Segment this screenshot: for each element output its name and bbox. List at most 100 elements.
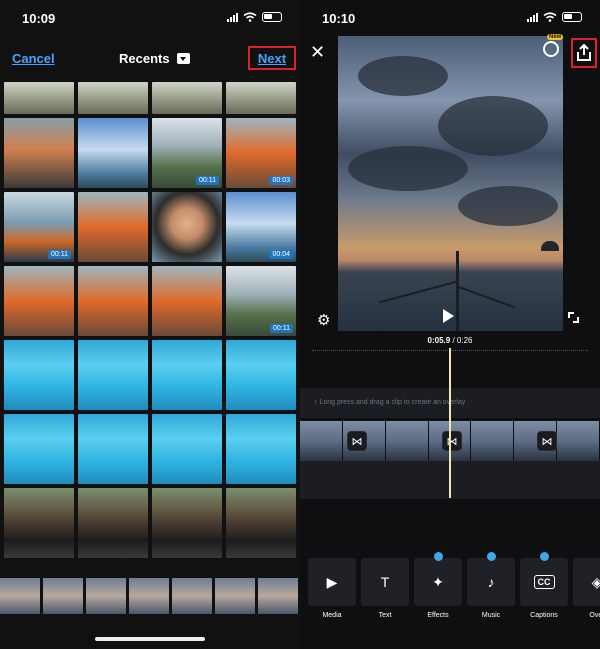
photo-thumbnail[interactable] (152, 192, 222, 262)
toolbar-labels: Media Text Effects Music Captions Over (308, 612, 600, 619)
feature-badge-icon[interactable]: New (543, 34, 564, 57)
photo-thumbnail[interactable]: 00:11 (4, 192, 74, 262)
new-feature-dot (434, 552, 443, 561)
photo-thumbnail[interactable] (78, 266, 148, 336)
transition-button[interactable]: ⋈ (442, 431, 462, 451)
photo-thumbnail[interactable]: 00:11 (152, 118, 222, 188)
photo-thumbnail[interactable] (4, 340, 74, 410)
tool-label: Captions (530, 612, 558, 619)
overlay-hint: ↑ Long press and drag a clip to create a… (314, 399, 466, 406)
photo-thumbnail[interactable] (152, 340, 222, 410)
transition-button[interactable]: ⋈ (537, 431, 557, 451)
tool-label: Music (481, 612, 501, 619)
captions-icon: CC (533, 575, 555, 589)
tool-effects-button[interactable]: ✦ (414, 552, 462, 606)
photo-thumbnail[interactable] (4, 82, 74, 114)
photo-thumbnail[interactable] (4, 414, 74, 484)
selected-clip-thumb[interactable] (0, 578, 40, 614)
new-feature-dot (487, 552, 496, 561)
tool-label: Over (589, 612, 600, 619)
video-duration-badge: 00:03 (269, 176, 293, 185)
status-time: 10:09 (22, 11, 56, 26)
export-button[interactable] (571, 38, 597, 68)
photo-thumbnail[interactable] (152, 82, 222, 114)
battery-icon (562, 12, 582, 22)
media-icon: ▶ (326, 573, 338, 590)
wifi-icon (243, 12, 257, 22)
photo-thumbnail[interactable] (4, 266, 74, 336)
selected-clip-thumb[interactable] (43, 578, 83, 614)
selected-clips-strip (0, 578, 300, 614)
signal-icon (227, 12, 238, 22)
close-icon[interactable]: ✕ (310, 42, 325, 63)
selected-clip-thumb[interactable] (258, 578, 298, 614)
photo-thumbnail[interactable] (152, 414, 222, 484)
gear-icon[interactable]: ⚙ (317, 311, 330, 329)
transition-button[interactable]: ⋈ (347, 431, 367, 451)
picker-header: Cancel Recents Next (0, 40, 300, 76)
selected-clip-thumb[interactable] (172, 578, 212, 614)
photo-thumbnail[interactable] (78, 414, 148, 484)
photo-thumbnail[interactable]: 00:04 (226, 192, 296, 262)
photo-thumbnail[interactable] (152, 266, 222, 336)
timecode-total: 0:26 (456, 336, 473, 345)
status-time: 10:10 (322, 11, 356, 26)
photo-thumbnail[interactable]: 00:11 (226, 266, 296, 336)
share-icon (577, 44, 591, 61)
music-icon: ♪ (487, 574, 495, 590)
tool-over-button[interactable]: ◈New (573, 558, 600, 606)
clip-frame[interactable] (300, 421, 343, 461)
photo-thumbnail[interactable]: 00:03 (226, 118, 296, 188)
status-icons (227, 12, 282, 22)
tool-music-button[interactable]: ♪ (467, 552, 515, 606)
selected-clip-thumb[interactable] (129, 578, 169, 614)
clip-frame[interactable] (471, 421, 515, 461)
home-indicator (95, 637, 205, 641)
fullscreen-icon[interactable] (568, 312, 579, 323)
playhead[interactable] (449, 348, 451, 498)
photo-thumbnail[interactable] (78, 488, 148, 558)
photo-thumbnail[interactable] (226, 414, 296, 484)
editor-toolbar: ▶ T ✦ ♪ CC ◈New (308, 552, 600, 606)
timecode-current: 0:05.9 (427, 336, 451, 345)
tool-label: Text (378, 612, 392, 619)
cancel-button[interactable]: Cancel (12, 51, 55, 66)
video-preview[interactable] (338, 36, 563, 331)
photo-thumbnail[interactable] (78, 192, 148, 262)
selected-clip-thumb[interactable] (86, 578, 126, 614)
album-selector[interactable]: Recents (119, 51, 190, 66)
photo-picker-screen: 10:09 Cancel Recents Next 00:11 00:03 00:1… (0, 0, 300, 649)
new-feature-dot (540, 552, 549, 561)
photo-thumbnail[interactable] (226, 340, 296, 410)
clip-frame[interactable] (557, 421, 600, 461)
tool-label: Effects (427, 612, 449, 619)
battery-icon (262, 12, 282, 22)
signal-icon (527, 12, 538, 22)
video-duration-badge: 00:11 (196, 176, 219, 185)
timecode: 0:05.9 / 0:26 (300, 336, 600, 345)
tool-captions-button[interactable]: CC (520, 552, 568, 606)
photo-thumbnail[interactable] (78, 340, 148, 410)
next-button[interactable]: Next (248, 46, 296, 70)
photo-thumbnail[interactable] (226, 488, 296, 558)
chevron-down-icon (176, 53, 190, 64)
photo-thumbnail[interactable] (78, 82, 148, 114)
photo-thumbnail[interactable] (4, 118, 74, 188)
effects-icon: ✦ (432, 573, 444, 590)
video-editor-screen: 10:10 ✕ New ⚙ 0:05.9 / 0:26 ↑ Long press… (300, 0, 600, 649)
play-icon[interactable] (443, 309, 454, 323)
photo-thumbnail[interactable] (78, 118, 148, 188)
album-title: Recents (119, 51, 170, 66)
tool-media-button[interactable]: ▶ (308, 558, 356, 606)
photo-thumbnail[interactable] (226, 82, 296, 114)
status-icons (527, 12, 582, 22)
clip-frame[interactable] (385, 421, 429, 461)
tool-label: Media (322, 612, 342, 619)
status-bar: 10:09 (0, 0, 300, 36)
selected-clip-thumb[interactable] (215, 578, 255, 614)
video-duration-badge: 00:11 (48, 250, 71, 259)
photo-thumbnail[interactable] (4, 488, 74, 558)
new-badge-label: New (547, 34, 564, 40)
photo-thumbnail[interactable] (152, 488, 222, 558)
tool-text-button[interactable]: T (361, 558, 409, 606)
